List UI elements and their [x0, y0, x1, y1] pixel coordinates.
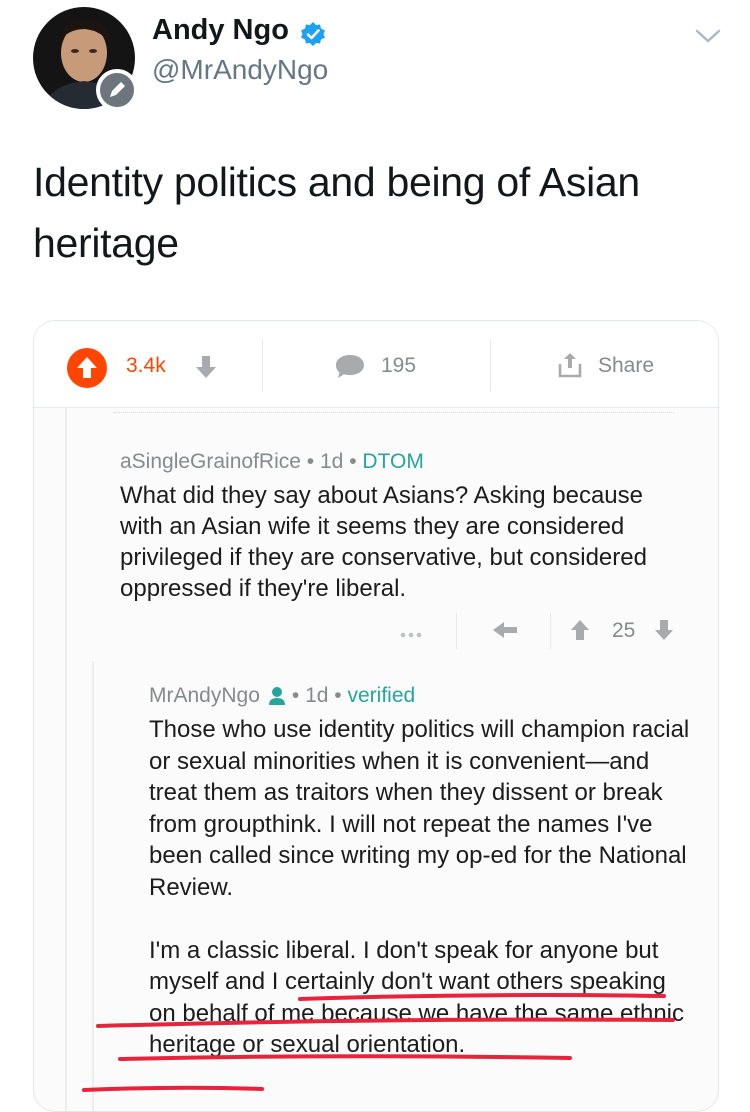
comment-author[interactable]: MrAndyNgo	[149, 684, 260, 708]
comment-body: What did they say about Asians? Asking b…	[120, 482, 647, 602]
more-icon[interactable]	[400, 626, 422, 638]
comment-score: 25	[612, 619, 636, 642]
share-button[interactable]: Share	[598, 354, 654, 378]
separator: •	[291, 684, 300, 707]
comment-icon[interactable]	[334, 353, 366, 381]
user-flair: verified	[347, 684, 416, 707]
comment-meta: aSingleGrainofRice • 1d • DTOM	[120, 450, 424, 474]
upvote-icon[interactable]	[570, 619, 590, 641]
display-name[interactable]: Andy Ngo	[152, 14, 289, 47]
upvote-icon[interactable]	[67, 348, 107, 388]
comment-meta: MrAndyNgo • 1d • verified	[149, 684, 415, 708]
embedded-card[interactable]: 3.4k 195 Share aSingleGrainofRice • 1d •…	[33, 320, 719, 1112]
reply-icon[interactable]	[492, 621, 518, 639]
thread-line[interactable]	[92, 661, 94, 1111]
downvote-icon[interactable]	[194, 354, 218, 380]
caret-down-icon[interactable]	[694, 26, 722, 46]
user-icon	[268, 687, 285, 705]
separator: •	[334, 684, 342, 707]
upvote-count: 3.4k	[126, 354, 166, 377]
separator: •	[349, 450, 357, 473]
handle[interactable]: @MrAndyNgo	[152, 54, 328, 86]
comment-paragraph: Those who use identity politics will cha…	[149, 716, 690, 901]
comment-author[interactable]: aSingleGrainofRice	[120, 450, 301, 473]
tweet-text: Identity politics and being of Asian her…	[33, 159, 640, 266]
comment-count: 195	[381, 354, 417, 377]
comment-age: 1d	[305, 684, 329, 707]
comment-age: 1d	[319, 450, 344, 473]
verified-icon	[300, 21, 326, 47]
thread-line[interactable]	[65, 408, 67, 1111]
comment-thread: aSingleGrainofRice • 1d • DTOM What did …	[34, 408, 718, 1111]
comment-body: Those who use identity politics will cha…	[149, 714, 694, 1061]
edit-icon[interactable]	[96, 69, 138, 111]
separator: •	[306, 450, 315, 473]
share-icon[interactable]	[557, 351, 583, 379]
user-flair: DTOM	[362, 450, 424, 473]
downvote-icon[interactable]	[654, 619, 674, 641]
divider	[114, 408, 674, 413]
action-bar: 3.4k 195 Share	[34, 321, 718, 408]
comment-paragraph: I'm a classic liberal. I don't speak for…	[149, 936, 685, 1059]
